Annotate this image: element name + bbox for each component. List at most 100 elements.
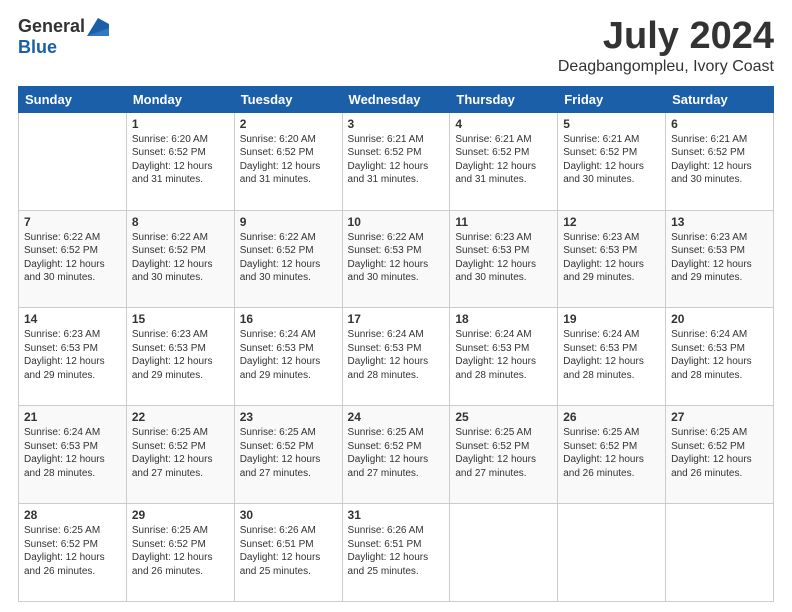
- calendar-table: SundayMondayTuesdayWednesdayThursdayFrid…: [18, 86, 774, 602]
- day-number: 7: [24, 215, 121, 229]
- header: General Blue July 2024 Deagbangompleu, I…: [18, 16, 774, 76]
- logo-general: General: [18, 16, 85, 37]
- calendar-week-row: 21 Sunrise: 6:24 AM Sunset: 6:53 PM Dayli…: [19, 406, 774, 504]
- calendar-cell: 3 Sunrise: 6:21 AM Sunset: 6:52 PM Daylig…: [342, 112, 450, 210]
- calendar-cell: 16Sunrise: 6:24 AM Sunset: 6:53 PM Dayli…: [234, 308, 342, 406]
- day-info: Sunrise: 6:22 AM Sunset: 6:52 PM Dayligh…: [240, 231, 337, 285]
- calendar-cell: 28Sunrise: 6:25 AM Sunset: 6:52 PM Dayli…: [19, 504, 127, 602]
- col-header-monday: Monday: [126, 86, 234, 112]
- day-info: Sunrise: 6:24 AM Sunset: 6:53 PM Dayligh…: [671, 328, 768, 382]
- day-info: Sunrise: 6:21 AM Sunset: 6:52 PM Dayligh…: [671, 133, 768, 187]
- day-info: Sunrise: 6:22 AM Sunset: 6:53 PM Dayligh…: [348, 231, 445, 285]
- day-number: 17: [348, 312, 445, 326]
- day-number: 14: [24, 312, 121, 326]
- day-number: 22: [132, 410, 229, 424]
- calendar-cell: 30 Sunrise: 6:26 AM Sunset: 6:51 PM Dayli…: [234, 504, 342, 602]
- calendar-cell: [558, 504, 666, 602]
- day-info: Sunrise: 6:23 AM Sunset: 6:53 PM Dayligh…: [671, 231, 768, 285]
- day-info: Sunrise: 6:24 AM Sunset: 6:53 PM Dayligh…: [24, 426, 121, 480]
- calendar-cell: 13Sunrise: 6:23 AM Sunset: 6:53 PM Dayli…: [666, 210, 774, 308]
- logo: General Blue: [18, 16, 109, 58]
- calendar-cell: 12Sunrise: 6:23 AM Sunset: 6:53 PM Dayli…: [558, 210, 666, 308]
- calendar-cell: 31Sunrise: 6:26 AM Sunset: 6:51 PM Dayli…: [342, 504, 450, 602]
- day-info: Sunrise: 6:22 AM Sunset: 6:52 PM Dayligh…: [132, 231, 229, 285]
- logo-icon: [87, 18, 109, 36]
- day-info: Sunrise: 6:25 AM Sunset: 6:52 PM Dayligh…: [132, 426, 229, 480]
- day-number: 6: [671, 117, 768, 131]
- day-number: 1: [132, 117, 229, 131]
- col-header-wednesday: Wednesday: [342, 86, 450, 112]
- calendar-cell: 15 Sunrise: 6:23 AM Sunset: 6:53 PM Dayli…: [126, 308, 234, 406]
- calendar-cell: 25 Sunrise: 6:25 AM Sunset: 6:52 PM Dayli…: [450, 406, 558, 504]
- calendar-cell: 17 Sunrise: 6:24 AM Sunset: 6:53 PM Dayli…: [342, 308, 450, 406]
- calendar-body: 1Sunrise: 6:20 AM Sunset: 6:52 PM Daylig…: [19, 112, 774, 601]
- calendar-cell: 6 Sunrise: 6:21 AM Sunset: 6:52 PM Daylig…: [666, 112, 774, 210]
- day-number: 3: [348, 117, 445, 131]
- day-number: 26: [563, 410, 660, 424]
- calendar-cell: [450, 504, 558, 602]
- calendar-cell: 22 Sunrise: 6:25 AM Sunset: 6:52 PM Dayli…: [126, 406, 234, 504]
- calendar-week-row: 14 Sunrise: 6:23 AM Sunset: 6:53 PM Dayli…: [19, 308, 774, 406]
- day-number: 27: [671, 410, 768, 424]
- page: General Blue July 2024 Deagbangompleu, I…: [0, 0, 792, 612]
- day-info: Sunrise: 6:26 AM Sunset: 6:51 PM Dayligh…: [240, 524, 337, 578]
- day-info: Sunrise: 6:21 AM Sunset: 6:52 PM Dayligh…: [348, 133, 445, 187]
- calendar-cell: 9Sunrise: 6:22 AM Sunset: 6:52 PM Daylig…: [234, 210, 342, 308]
- calendar-cell: 18 Sunrise: 6:24 AM Sunset: 6:53 PM Dayli…: [450, 308, 558, 406]
- day-number: 24: [348, 410, 445, 424]
- day-number: 16: [240, 312, 337, 326]
- calendar-header-row: SundayMondayTuesdayWednesdayThursdayFrid…: [19, 86, 774, 112]
- day-number: 10: [348, 215, 445, 229]
- day-info: Sunrise: 6:25 AM Sunset: 6:52 PM Dayligh…: [348, 426, 445, 480]
- day-info: Sunrise: 6:25 AM Sunset: 6:52 PM Dayligh…: [132, 524, 229, 578]
- day-info: Sunrise: 6:24 AM Sunset: 6:53 PM Dayligh…: [563, 328, 660, 382]
- calendar-cell: 1Sunrise: 6:20 AM Sunset: 6:52 PM Daylig…: [126, 112, 234, 210]
- main-title: July 2024: [558, 16, 774, 58]
- day-number: 25: [455, 410, 552, 424]
- day-number: 23: [240, 410, 337, 424]
- day-number: 15: [132, 312, 229, 326]
- day-info: Sunrise: 6:22 AM Sunset: 6:52 PM Dayligh…: [24, 231, 121, 285]
- day-info: Sunrise: 6:25 AM Sunset: 6:52 PM Dayligh…: [24, 524, 121, 578]
- day-info: Sunrise: 6:25 AM Sunset: 6:52 PM Dayligh…: [671, 426, 768, 480]
- day-info: Sunrise: 6:23 AM Sunset: 6:53 PM Dayligh…: [455, 231, 552, 285]
- calendar-cell: 8 Sunrise: 6:22 AM Sunset: 6:52 PM Daylig…: [126, 210, 234, 308]
- day-number: 4: [455, 117, 552, 131]
- day-number: 19: [563, 312, 660, 326]
- day-info: Sunrise: 6:24 AM Sunset: 6:53 PM Dayligh…: [348, 328, 445, 382]
- calendar-cell: 11 Sunrise: 6:23 AM Sunset: 6:53 PM Dayli…: [450, 210, 558, 308]
- title-block: July 2024 Deagbangompleu, Ivory Coast: [558, 16, 774, 76]
- day-info: Sunrise: 6:25 AM Sunset: 6:52 PM Dayligh…: [455, 426, 552, 480]
- subtitle: Deagbangompleu, Ivory Coast: [558, 58, 774, 76]
- day-info: Sunrise: 6:25 AM Sunset: 6:52 PM Dayligh…: [563, 426, 660, 480]
- calendar-cell: 23 Sunrise: 6:25 AM Sunset: 6:52 PM Dayli…: [234, 406, 342, 504]
- day-info: Sunrise: 6:25 AM Sunset: 6:52 PM Dayligh…: [240, 426, 337, 480]
- logo-blue: Blue: [18, 37, 57, 58]
- col-header-thursday: Thursday: [450, 86, 558, 112]
- day-info: Sunrise: 6:23 AM Sunset: 6:53 PM Dayligh…: [132, 328, 229, 382]
- calendar-cell: [19, 112, 127, 210]
- day-number: 18: [455, 312, 552, 326]
- day-number: 30: [240, 508, 337, 522]
- day-number: 2: [240, 117, 337, 131]
- col-header-saturday: Saturday: [666, 86, 774, 112]
- day-number: 11: [455, 215, 552, 229]
- day-info: Sunrise: 6:26 AM Sunset: 6:51 PM Dayligh…: [348, 524, 445, 578]
- calendar-week-row: 7 Sunrise: 6:22 AM Sunset: 6:52 PM Daylig…: [19, 210, 774, 308]
- calendar-cell: [666, 504, 774, 602]
- day-number: 21: [24, 410, 121, 424]
- calendar-cell: 19 Sunrise: 6:24 AM Sunset: 6:53 PM Dayli…: [558, 308, 666, 406]
- calendar-cell: 21 Sunrise: 6:24 AM Sunset: 6:53 PM Dayli…: [19, 406, 127, 504]
- calendar-cell: 29Sunrise: 6:25 AM Sunset: 6:52 PM Dayli…: [126, 504, 234, 602]
- calendar-week-row: 1Sunrise: 6:20 AM Sunset: 6:52 PM Daylig…: [19, 112, 774, 210]
- calendar-cell: 24 Sunrise: 6:25 AM Sunset: 6:52 PM Dayli…: [342, 406, 450, 504]
- day-number: 8: [132, 215, 229, 229]
- day-info: Sunrise: 6:21 AM Sunset: 6:52 PM Dayligh…: [563, 133, 660, 187]
- day-info: Sunrise: 6:24 AM Sunset: 6:53 PM Dayligh…: [455, 328, 552, 382]
- day-number: 5: [563, 117, 660, 131]
- calendar-week-row: 28Sunrise: 6:25 AM Sunset: 6:52 PM Dayli…: [19, 504, 774, 602]
- calendar-cell: 7 Sunrise: 6:22 AM Sunset: 6:52 PM Daylig…: [19, 210, 127, 308]
- calendar-cell: 10 Sunrise: 6:22 AM Sunset: 6:53 PM Dayli…: [342, 210, 450, 308]
- col-header-tuesday: Tuesday: [234, 86, 342, 112]
- col-header-friday: Friday: [558, 86, 666, 112]
